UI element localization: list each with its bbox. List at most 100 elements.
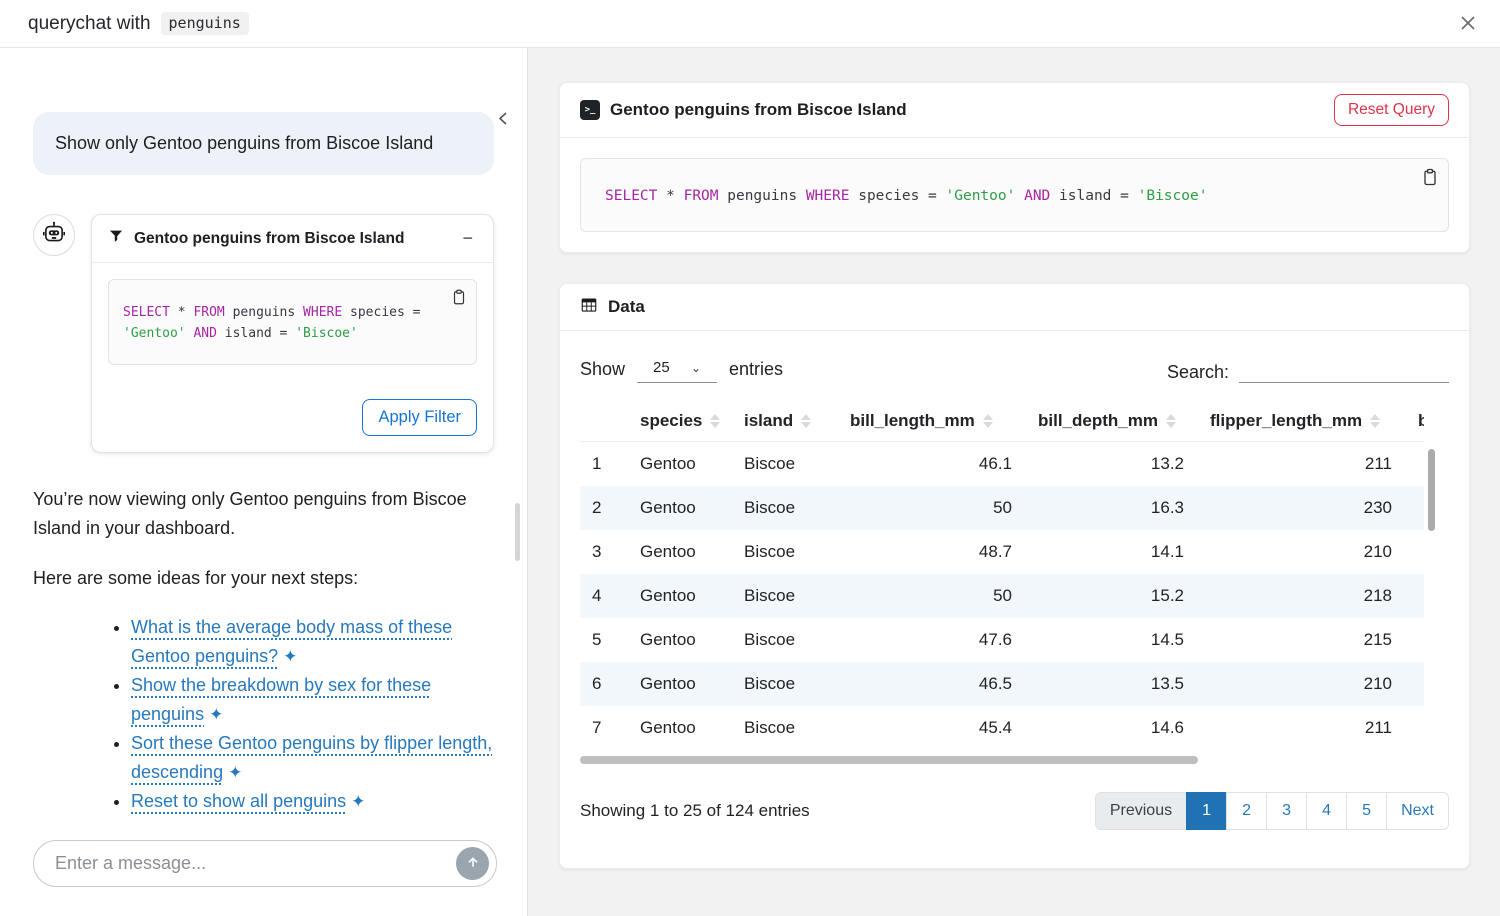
- copy-button[interactable]: [450, 288, 468, 309]
- suggestion-item: Show the breakdown by sex for these peng…: [131, 671, 494, 729]
- column-header-bill_length_mm[interactable]: bill_length_mm: [838, 401, 1026, 442]
- clipboard-icon: [1420, 175, 1440, 190]
- table-cell: 6: [580, 662, 628, 706]
- table-cell: 47.6: [838, 618, 1026, 662]
- sort-icon: [710, 414, 720, 428]
- horizontal-scrollbar[interactable]: [580, 756, 1198, 764]
- chat-sidebar: Show only Gentoo penguins from Biscoe Is…: [0, 48, 528, 916]
- close-button[interactable]: [1452, 8, 1484, 40]
- sidebar-scrollbar[interactable]: [515, 503, 520, 561]
- app-title: querychat with penguins: [28, 12, 249, 35]
- table-cell: 211: [1198, 442, 1406, 487]
- entries-label: entries: [729, 359, 783, 380]
- table-row: 5GentooBiscoe47.614.5215: [580, 618, 1424, 662]
- sidebar-collapse-button[interactable]: [496, 110, 511, 130]
- filter-card-title: Gentoo penguins from Biscoe Island: [134, 230, 458, 248]
- table-cell: 14.6: [1026, 706, 1198, 750]
- table-icon: [580, 296, 598, 319]
- vertical-scrollbar[interactable]: [1428, 449, 1435, 531]
- table-cell: Gentoo: [628, 618, 732, 662]
- table-cell: 230: [1198, 486, 1406, 530]
- table-cell: 14.1: [1026, 530, 1198, 574]
- table-cell: 7: [580, 706, 628, 750]
- page-length-select[interactable]: 25: [637, 355, 717, 383]
- table-cell: 215: [1198, 618, 1406, 662]
- assistant-message-1: You’re now viewing only Gentoo penguins …: [33, 485, 494, 543]
- sql-code-block-main: SELECT * FROM penguins WHERE species = '…: [580, 158, 1449, 232]
- sort-icon: [1370, 414, 1380, 428]
- sql-code-text: SELECT * FROM penguins WHERE species = '…: [123, 305, 420, 341]
- chevron-left-icon: [496, 115, 511, 130]
- table-cell: 4: [580, 574, 628, 618]
- table-cell: 45.4: [838, 706, 1026, 750]
- table-row: 1GentooBiscoe46.113.2211: [580, 442, 1424, 487]
- table-cell: 50: [838, 486, 1026, 530]
- search-input[interactable]: [1239, 355, 1449, 383]
- suggestion-item: What is the average body mass of these G…: [131, 613, 494, 671]
- table-cell: 46.5: [838, 662, 1026, 706]
- table-cell: Biscoe: [732, 706, 838, 750]
- page-length-control: Show 25 ⌄ entries: [580, 355, 783, 383]
- sort-icon: [801, 414, 811, 428]
- copy-button[interactable]: [1420, 167, 1440, 190]
- table-header: speciesislandbill_length_mmbill_depth_mm…: [580, 401, 1424, 442]
- previous-page-button[interactable]: Previous: [1095, 792, 1187, 830]
- sparkle-icon: ✦: [209, 705, 223, 724]
- pagination: Previous12345Next: [1095, 792, 1449, 830]
- suggestion-link[interactable]: Sort these Gentoo penguins by flipper le…: [131, 733, 492, 782]
- dataset-chip: penguins: [161, 12, 249, 35]
- table-cell: Gentoo: [628, 530, 732, 574]
- page-button-1[interactable]: 1: [1186, 792, 1227, 830]
- search-control: Search:: [1167, 355, 1449, 383]
- dashboard-pane: >_ Gentoo penguins from Biscoe Island Re…: [528, 48, 1500, 916]
- table-cell: Biscoe: [732, 574, 838, 618]
- close-icon: [1458, 13, 1478, 36]
- table-row: 6GentooBiscoe46.513.5210: [580, 662, 1424, 706]
- column-header-species[interactable]: species: [628, 401, 732, 442]
- column-header-b: b: [1406, 401, 1424, 442]
- table-cell: Gentoo: [628, 662, 732, 706]
- table-cell: [1406, 442, 1424, 487]
- next-page-button[interactable]: Next: [1386, 792, 1449, 830]
- chat-input-bar: [33, 840, 497, 887]
- reset-query-button[interactable]: Reset Query: [1334, 94, 1449, 126]
- table-cell: 1: [580, 442, 628, 487]
- robot-icon: [41, 220, 67, 251]
- table-cell: [1406, 530, 1424, 574]
- page-button-5[interactable]: 5: [1346, 792, 1387, 830]
- query-card: >_ Gentoo penguins from Biscoe Island Re…: [559, 82, 1470, 253]
- table-cell: 211: [1198, 706, 1406, 750]
- table-row: 7GentooBiscoe45.414.6211: [580, 706, 1424, 750]
- table-cell: Biscoe: [732, 486, 838, 530]
- suggestion-link[interactable]: Show the breakdown by sex for these peng…: [131, 675, 431, 724]
- column-header-bill_depth_mm[interactable]: bill_depth_mm: [1026, 401, 1198, 442]
- table-cell: [1406, 486, 1424, 530]
- column-header-index: [580, 401, 628, 442]
- card-collapse-button[interactable]: −: [458, 228, 477, 249]
- suggestion-link[interactable]: Reset to show all penguins: [131, 791, 346, 811]
- table-cell: 50: [838, 574, 1026, 618]
- table-cell: Gentoo: [628, 486, 732, 530]
- apply-filter-button[interactable]: Apply Filter: [362, 399, 477, 436]
- page-button-4[interactable]: 4: [1306, 792, 1347, 830]
- table-cell: 46.1: [838, 442, 1026, 487]
- table-cell: 48.7: [838, 530, 1026, 574]
- page-button-2[interactable]: 2: [1226, 792, 1267, 830]
- table-cell: [1406, 662, 1424, 706]
- send-button[interactable]: [456, 847, 489, 880]
- column-header-flipper_length_mm[interactable]: flipper_length_mm: [1198, 401, 1406, 442]
- user-message-bubble: Show only Gentoo penguins from Biscoe Is…: [33, 112, 494, 175]
- table-info: Showing 1 to 25 of 124 entries: [580, 801, 810, 821]
- table-cell: [1406, 574, 1424, 618]
- chat-input[interactable]: [55, 853, 456, 874]
- page-button-3[interactable]: 3: [1266, 792, 1307, 830]
- column-header-island[interactable]: island: [732, 401, 838, 442]
- suggestion-list: What is the average body mass of these G…: [33, 613, 494, 816]
- table-cell: [1406, 618, 1424, 662]
- table-cell: 218: [1198, 574, 1406, 618]
- terminal-icon: >_: [580, 100, 600, 120]
- table-row: 3GentooBiscoe48.714.1210: [580, 530, 1424, 574]
- data-table: speciesislandbill_length_mmbill_depth_mm…: [580, 401, 1424, 750]
- table-body: 1GentooBiscoe46.113.22112GentooBiscoe501…: [580, 442, 1424, 751]
- filter-suggestion-card: Gentoo penguins from Biscoe Island − SEL…: [91, 214, 494, 453]
